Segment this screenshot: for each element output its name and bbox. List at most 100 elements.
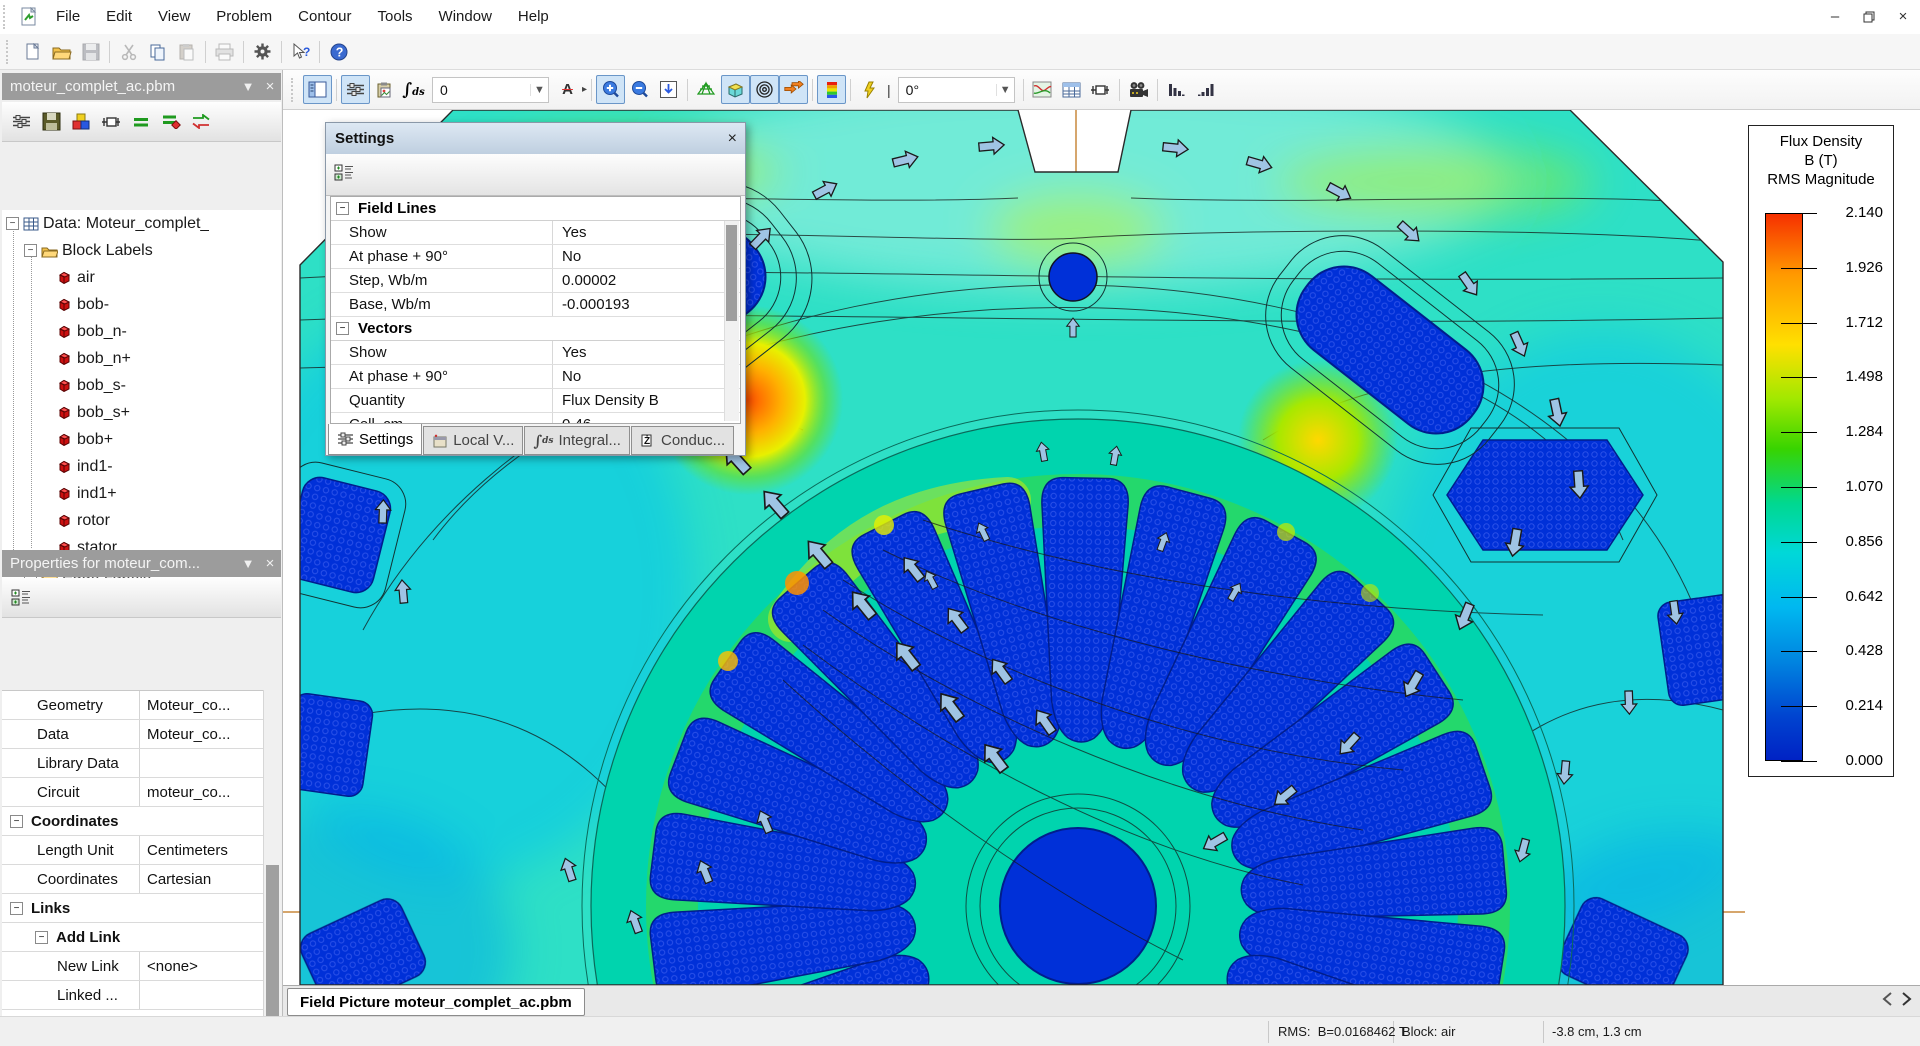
scrollbar-thumb[interactable]: [726, 225, 737, 321]
circuit-icon[interactable]: [96, 108, 126, 136]
contour-step-combobox[interactable]: 0 ▼: [432, 77, 549, 103]
setting-row[interactable]: At phase + 90°No: [331, 245, 740, 269]
setting-row[interactable]: ShowYes: [331, 221, 740, 245]
print-icon[interactable]: [210, 37, 239, 66]
paste-icon[interactable]: [172, 37, 201, 66]
settings-grid[interactable]: −Field Lines ShowYes At phase + 90°No St…: [330, 196, 741, 424]
collapse-icon[interactable]: −: [6, 217, 19, 230]
menu-file[interactable]: File: [43, 0, 93, 34]
tree-item-rotor[interactable]: rotor: [2, 507, 281, 534]
settings-gear-icon[interactable]: [248, 37, 277, 66]
collapse-icon[interactable]: −: [24, 244, 37, 257]
plot-settings-icon[interactable]: [341, 75, 370, 104]
settings-dialog-titlebar[interactable]: Settings ×: [326, 123, 745, 154]
collapse-icon[interactable]: −: [336, 202, 349, 215]
color-scale-icon[interactable]: [817, 75, 846, 104]
minimize-button[interactable]: –: [1818, 0, 1852, 34]
panel-menu-icon[interactable]: ▼: [237, 73, 259, 100]
chevron-down-icon[interactable]: ▼: [530, 84, 548, 96]
equals-marker-icon[interactable]: [156, 108, 186, 136]
setting-row[interactable]: QuantityFlux Density B: [331, 389, 740, 413]
tree-item-bob-n-minus[interactable]: bob_n-: [2, 318, 281, 345]
property-row[interactable]: CoordinatesCartesian: [2, 865, 281, 894]
block-labels-icon[interactable]: [66, 108, 96, 136]
properties-grid[interactable]: GeometryMoteur_co... DataMoteur_co... Li…: [2, 690, 281, 1046]
collapse-icon[interactable]: −: [336, 322, 349, 335]
chevron-down-icon[interactable]: ▼: [996, 84, 1014, 96]
property-section-add-link[interactable]: −Add Link: [2, 923, 281, 952]
plot-settings-icon[interactable]: [6, 108, 36, 136]
bars-ascending-icon[interactable]: [1191, 75, 1220, 104]
setting-row[interactable]: At phase + 90°No: [331, 365, 740, 389]
open-folder-icon[interactable]: [47, 37, 76, 66]
mesh-icon[interactable]: [692, 75, 721, 104]
new-document-icon[interactable]: [18, 37, 47, 66]
tree-item-data-root[interactable]: − Data: Moteur_complet_: [2, 210, 281, 237]
panel-close-icon[interactable]: ×: [259, 73, 281, 100]
menu-contour[interactable]: Contour: [285, 0, 364, 34]
tree-item-ind1-plus[interactable]: ind1+: [2, 480, 281, 507]
setting-row[interactable]: Base, Wb/m-0.000193: [331, 293, 740, 317]
save-icon[interactable]: [76, 37, 105, 66]
property-row[interactable]: Circuitmoteur_co...: [2, 778, 281, 807]
tree-item-ind1-minus[interactable]: ind1-: [2, 453, 281, 480]
menu-help[interactable]: Help: [505, 0, 562, 34]
property-section-links[interactable]: −Links: [2, 894, 281, 923]
compare-arrows-icon[interactable]: [186, 108, 216, 136]
contour-rings-icon[interactable]: [750, 75, 779, 104]
previous-tab-icon[interactable]: [1882, 992, 1892, 1006]
property-row[interactable]: GeometryMoteur_co...: [2, 691, 281, 720]
section-field-lines[interactable]: −Field Lines: [331, 197, 740, 221]
tab-conductors[interactable]: Ż Conduc...: [631, 426, 734, 455]
cut-icon[interactable]: [114, 37, 143, 66]
property-row[interactable]: Length UnitCentimeters: [2, 836, 281, 865]
tree-item-air[interactable]: air: [2, 264, 281, 291]
help-icon[interactable]: ?: [324, 37, 353, 66]
tree-item-bob-plus[interactable]: bob+: [2, 426, 281, 453]
tab-local-values[interactable]: Local V...: [423, 426, 523, 455]
ruler-icon[interactable]: |: [887, 82, 891, 98]
setting-row[interactable]: Cell, cm0.46: [331, 413, 740, 424]
save-icon[interactable]: [36, 108, 66, 136]
probe-icon[interactable]: [855, 75, 884, 104]
settings-scrollbar[interactable]: [724, 221, 739, 421]
zoom-out-icon[interactable]: [625, 75, 654, 104]
collapse-icon[interactable]: −: [10, 815, 23, 828]
property-row[interactable]: Linked ...: [2, 981, 281, 1010]
dialog-close-icon[interactable]: ×: [728, 130, 737, 148]
properties-vertical-scrollbar[interactable]: [263, 690, 281, 1046]
circuit-icon[interactable]: [1086, 75, 1115, 104]
panel-close-icon[interactable]: ×: [259, 550, 281, 577]
property-row[interactable]: Library Data: [2, 749, 281, 778]
label-tool-icon[interactable]: A: [553, 75, 582, 104]
zoom-extents-icon[interactable]: [654, 75, 683, 104]
menu-edit[interactable]: Edit: [93, 0, 145, 34]
categorized-view-icon[interactable]: [6, 584, 36, 612]
flux-vectors-icon[interactable]: [779, 75, 808, 104]
property-section-coordinates[interactable]: −Coordinates: [2, 807, 281, 836]
dock-panel-icon[interactable]: [303, 75, 332, 104]
movie-camera-icon[interactable]: [1124, 75, 1153, 104]
zoom-in-icon[interactable]: [596, 75, 625, 104]
property-row[interactable]: DataMoteur_co...: [2, 720, 281, 749]
tab-field-picture[interactable]: Field Picture moteur_complet_ac.pbm: [287, 988, 585, 1016]
tree-item-bob-s-plus[interactable]: bob_s+: [2, 399, 281, 426]
section-vectors[interactable]: −Vectors: [331, 317, 740, 341]
property-row[interactable]: New Link<none>: [2, 952, 281, 981]
xy-plot-icon[interactable]: [1028, 75, 1057, 104]
table-view-icon[interactable]: [1057, 75, 1086, 104]
categorized-view-icon[interactable]: [334, 164, 354, 186]
copy-icon[interactable]: [143, 37, 172, 66]
setting-row[interactable]: ShowYes: [331, 341, 740, 365]
phase-combobox[interactable]: 0° ▼: [898, 77, 1015, 103]
collapse-icon[interactable]: −: [35, 931, 48, 944]
project-tree[interactable]: − Data: Moteur_complet_ − Block Labels a…: [2, 210, 281, 588]
tab-settings[interactable]: Settings: [328, 424, 422, 455]
menu-view[interactable]: View: [145, 0, 203, 34]
menu-problem[interactable]: Problem: [203, 0, 285, 34]
integral-icon[interactable]: ∫ds: [399, 75, 428, 104]
menu-tools[interactable]: Tools: [365, 0, 426, 34]
tree-item-block-labels[interactable]: − Block Labels: [2, 237, 281, 264]
panel-menu-icon[interactable]: ▼: [237, 550, 259, 577]
tab-integral[interactable]: ∫ds Integral...: [524, 426, 630, 455]
